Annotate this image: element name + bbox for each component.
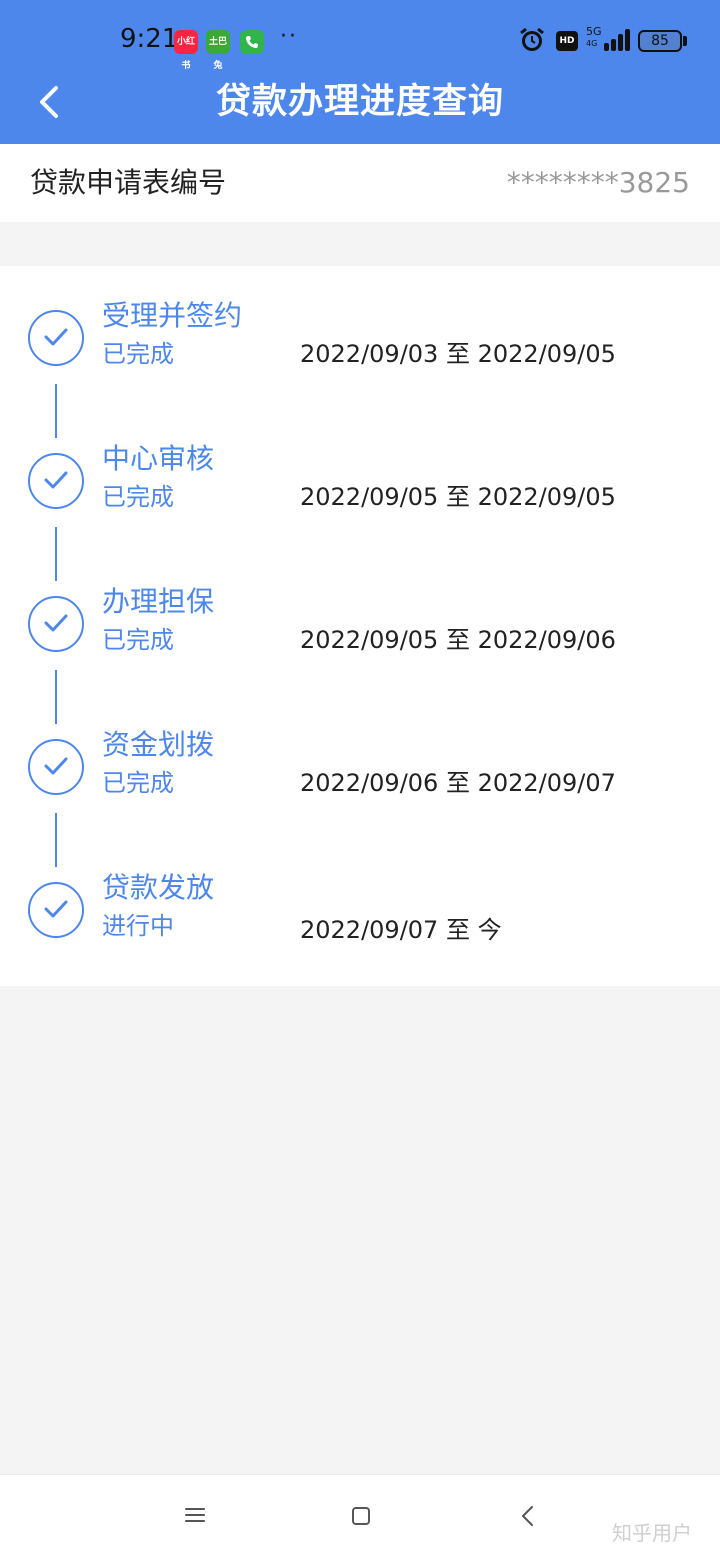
step-title: 办理担保 xyxy=(102,585,215,618)
phone-icon xyxy=(240,30,264,54)
application-number-row: 贷款申请表编号 ********3825 xyxy=(0,144,720,222)
timeline-connector xyxy=(55,813,57,867)
timeline-connector xyxy=(55,527,57,581)
check-circle-icon xyxy=(28,882,84,938)
step-title: 贷款发放 xyxy=(102,871,215,904)
signal-icon xyxy=(604,29,630,51)
page-title: 贷款办理进度查询 xyxy=(215,82,504,122)
progress-timeline: 受理并签约 已完成 2022/09/03 至 2022/09/05 中心审核 已… xyxy=(0,266,720,986)
check-circle-icon xyxy=(28,310,84,366)
timeline-connector xyxy=(55,670,57,724)
triangle-back-icon[interactable] xyxy=(517,1503,537,1529)
battery-tip xyxy=(683,36,687,46)
application-number-value: ********3825 xyxy=(506,166,690,199)
step-date: 2022/09/07 至 今 xyxy=(300,916,502,944)
step-date: 2022/09/05 至 2022/09/05 xyxy=(300,483,616,511)
system-nav-bar xyxy=(0,1474,720,1560)
menu-icon[interactable] xyxy=(183,1505,207,1525)
app-header: 9:21 小红书 土巴兔 ·· HD 5G 4G 85 贷款办理进度查询 xyxy=(0,0,720,144)
step-title: 中心审核 xyxy=(102,442,215,475)
timeline-connector xyxy=(55,384,57,438)
application-number-label: 贷款申请表编号 xyxy=(30,166,227,199)
status-time: 9:21 xyxy=(120,24,179,54)
check-circle-icon xyxy=(28,596,84,652)
step-title: 资金划拨 xyxy=(102,728,215,761)
xiaohongshu-icon: 小红书 xyxy=(174,30,198,71)
watermark-text: 知乎用户 xyxy=(612,1521,692,1545)
store-icon: 土巴兔 xyxy=(206,30,230,71)
step-date: 2022/09/03 至 2022/09/05 xyxy=(300,340,616,368)
hd-icon: HD xyxy=(556,31,578,51)
step-date: 2022/09/05 至 2022/09/06 xyxy=(300,626,616,654)
step-status: 已完成 xyxy=(102,340,174,368)
step-status: 已完成 xyxy=(102,483,174,511)
alarm-icon xyxy=(520,27,544,51)
more-notifications-icon: ·· xyxy=(280,24,298,49)
battery-indicator: 85 xyxy=(638,30,682,52)
step-status: 已完成 xyxy=(102,769,174,797)
step-status: 进行中 xyxy=(102,912,174,940)
step-status: 已完成 xyxy=(102,626,174,654)
check-circle-icon xyxy=(28,739,84,795)
status-bar: 9:21 小红书 土巴兔 ·· HD 5G 4G 85 xyxy=(0,0,720,82)
square-icon[interactable] xyxy=(350,1505,372,1527)
step-title: 受理并签约 xyxy=(102,299,243,332)
check-circle-icon xyxy=(28,453,84,509)
step-date: 2022/09/06 至 2022/09/07 xyxy=(300,769,616,797)
